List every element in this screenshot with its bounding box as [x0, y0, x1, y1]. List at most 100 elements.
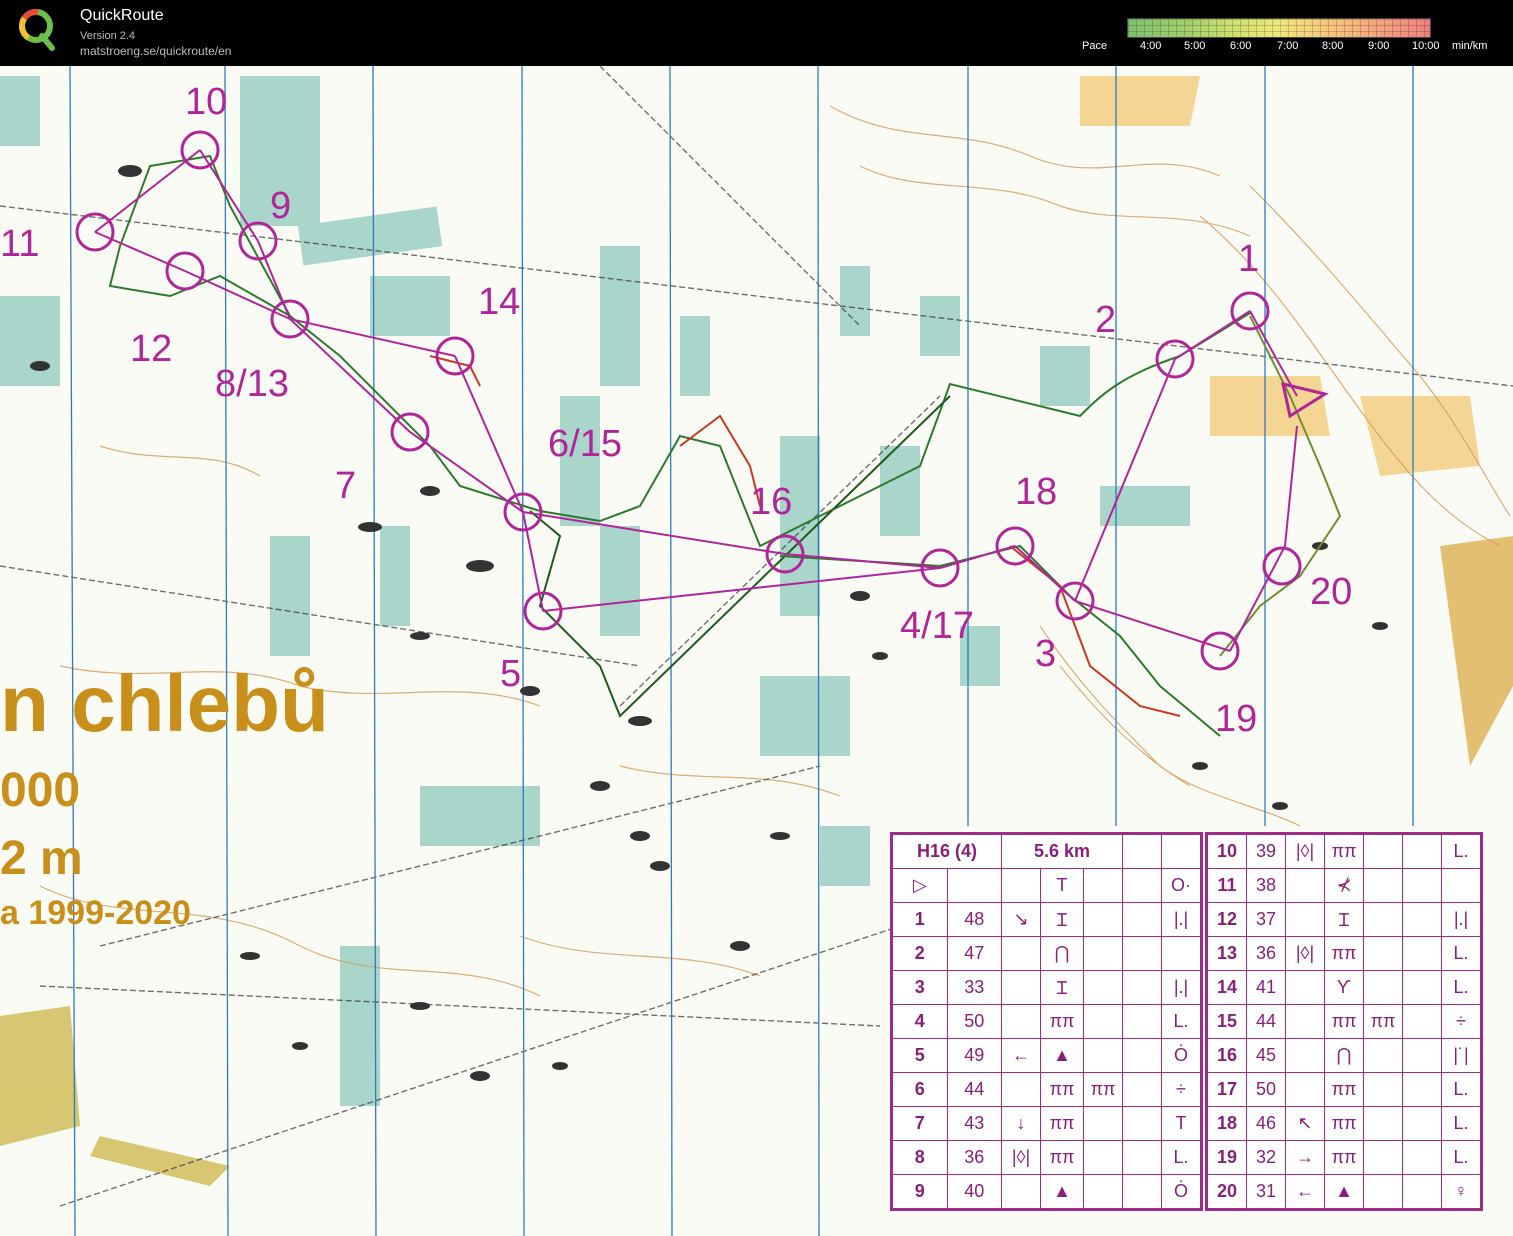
description-cell: [1083, 936, 1123, 971]
description-cell: Ȯ: [1161, 1038, 1201, 1073]
start-triangle-symbol-icon: ▷: [892, 868, 948, 903]
description-cell: [1122, 1106, 1162, 1141]
description-cell: L.: [1161, 1140, 1201, 1175]
description-cell: L.: [1441, 1140, 1481, 1175]
description-cell: [1402, 1004, 1442, 1039]
control-label: 11: [0, 223, 39, 265]
description-cell: Ɪ: [1040, 970, 1084, 1005]
control-label: 9: [270, 185, 291, 227]
description-cell: L.: [1441, 936, 1481, 971]
description-cell: 8: [892, 1140, 948, 1175]
description-cell: [1441, 868, 1481, 903]
control-label: 18: [1015, 471, 1057, 513]
description-cell: ↓: [1001, 1106, 1041, 1141]
course-length: 5.6 km: [1001, 834, 1123, 869]
description-cell: T: [1040, 868, 1084, 903]
control-label: 1: [1238, 238, 1259, 280]
pace-tick: 7:00: [1277, 40, 1299, 52]
description-cell: [1363, 1174, 1403, 1209]
description-cell: [1402, 902, 1442, 937]
description-cell: [1285, 1004, 1325, 1039]
description-cell: [1122, 868, 1162, 903]
control-label: 10: [185, 81, 227, 123]
description-cell: 10: [1207, 834, 1247, 869]
pace-tick: 9:00: [1368, 40, 1390, 52]
description-cell: ▲: [1040, 1038, 1084, 1073]
description-cell: ππ: [1324, 1106, 1364, 1141]
description-cell: ππ: [1040, 1004, 1084, 1039]
control-label: 3: [1035, 633, 1056, 675]
description-cell: [1363, 936, 1403, 971]
description-cell: [1001, 1004, 1041, 1039]
description-cell: 16: [1207, 1038, 1247, 1073]
description-cell: 48: [946, 902, 1002, 937]
description-cell: [1285, 970, 1325, 1005]
control-description-left: H16 (4) 5.6 km ▷ T O· 1 48 ↘ Ɪ |.| 2 47 ⋂ 3 33 Ɪ |.| 4 5…: [890, 832, 1203, 1211]
description-cell: 46: [1246, 1106, 1286, 1141]
pace-unit: min/km: [1452, 40, 1488, 52]
description-cell: L.: [1441, 834, 1481, 869]
description-cell: T: [1161, 1106, 1201, 1141]
description-cell: [1083, 868, 1123, 903]
description-cell: Ƴ: [1324, 970, 1364, 1005]
description-cell: L.: [1441, 1072, 1481, 1107]
description-cell: [1083, 1106, 1123, 1141]
map-title-line: 000: [0, 764, 80, 817]
description-cell: 44: [946, 1072, 1002, 1107]
description-cell: |.|: [1161, 970, 1201, 1005]
description-cell: 50: [946, 1004, 1002, 1039]
description-cell: 13: [1207, 936, 1247, 971]
control-description-right: 10 39 |◊| ππ L. 11 38 ⊀ 12 37 Ɪ |.| 13 36 |◊| ππ L. 14 41 Ƴ…: [1205, 832, 1483, 1211]
app-title: QuickRoute: [80, 7, 164, 24]
map-title-line: n chlebů: [0, 659, 329, 748]
description-cell: [1363, 1106, 1403, 1141]
description-cell: [1122, 1174, 1162, 1209]
description-cell: L.: [1161, 1004, 1201, 1039]
control-label: 6/15: [548, 423, 622, 465]
orienteering-map[interactable]: 10 9 11 12 8/13 14 7 6/15 16 5 4/17 18 3…: [0, 66, 1513, 1236]
description-cell: [1402, 868, 1442, 903]
description-cell: [946, 868, 1002, 903]
description-cell: 40: [946, 1174, 1002, 1209]
description-cell: |.|: [1161, 902, 1201, 937]
description-cell: [1083, 1174, 1123, 1209]
description-cell: 50: [1246, 1072, 1286, 1107]
description-cell: 5: [892, 1038, 948, 1073]
description-cell: 14: [1207, 970, 1247, 1005]
description-cell: [1001, 868, 1041, 903]
pace-tick: 4:00: [1140, 40, 1162, 52]
description-cell: [1001, 1072, 1041, 1107]
description-cell: ππ: [1040, 1140, 1084, 1175]
description-cell: ππ: [1324, 834, 1364, 869]
pace-tick: 5:00: [1184, 40, 1206, 52]
description-cell: ←: [1285, 1174, 1325, 1209]
description-cell: →: [1285, 1140, 1325, 1175]
control-label: 12: [130, 328, 172, 370]
description-cell: [1285, 868, 1325, 903]
description-cell: ↖: [1285, 1106, 1325, 1141]
description-cell: 3: [892, 970, 948, 1005]
description-cell: [1285, 902, 1325, 937]
description-cell: 32: [1246, 1140, 1286, 1175]
description-cell: 36: [946, 1140, 1002, 1175]
description-cell: 43: [946, 1106, 1002, 1141]
description-cell: [1083, 902, 1123, 937]
description-cell: 7: [892, 1106, 948, 1141]
description-cell: 31: [1246, 1174, 1286, 1209]
description-cell: [1402, 1072, 1442, 1107]
description-cell: 4: [892, 1004, 948, 1039]
description-cell: [1363, 834, 1403, 869]
description-cell: [1402, 834, 1442, 869]
description-cell: [1402, 1140, 1442, 1175]
description-cell: ÷: [1161, 1072, 1201, 1107]
description-cell: 19: [1207, 1140, 1247, 1175]
control-label: 5: [500, 653, 521, 695]
description-cell: Ȯ: [1161, 1174, 1201, 1209]
description-cell: [1083, 1140, 1123, 1175]
description-cell: [1402, 970, 1442, 1005]
description-cell: 49: [946, 1038, 1002, 1073]
description-cell: 37: [1246, 902, 1286, 937]
app-header: QuickRoute Version 2.4 matstroeng.se/qui…: [0, 0, 1513, 66]
description-cell: ←: [1001, 1038, 1041, 1073]
app-url-link[interactable]: matstroeng.se/quickroute/en: [80, 44, 231, 58]
